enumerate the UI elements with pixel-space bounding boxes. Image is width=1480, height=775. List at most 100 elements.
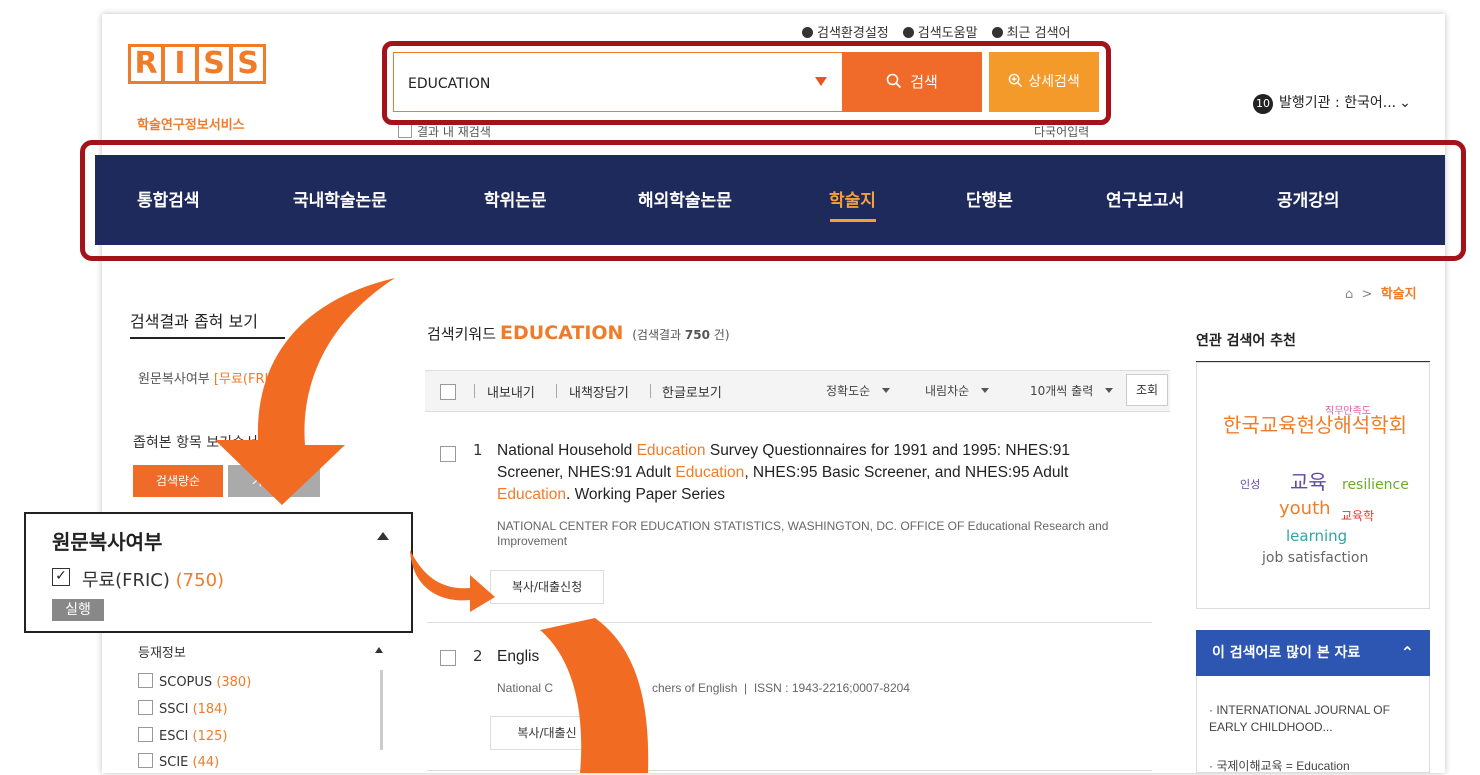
toolbar-divider <box>556 384 557 398</box>
cloud-word[interactable]: 인성 <box>1240 476 1260 492</box>
result-issn: ISSN : 1943-2216;0007-8204 <box>753 681 910 695</box>
checkbox[interactable] <box>138 727 153 742</box>
caret-down-icon <box>1105 388 1114 393</box>
cloud-word[interactable]: resilience <box>1342 477 1409 493</box>
registry-scrollbar[interactable] <box>380 670 383 750</box>
publisher-label: 발행기관 : 한국어... <box>1279 95 1397 111</box>
checkbox[interactable] <box>138 673 153 688</box>
order-by-volume-button[interactable]: 검색량순 <box>133 465 223 497</box>
home-icon[interactable]: ⌂ <box>1345 287 1353 302</box>
registry-count: (184) <box>192 702 228 717</box>
result-publisher: NATIONAL CENTER FOR EDUCATION STATISTICS… <box>497 519 1109 548</box>
registry-name: SCOPUS <box>159 675 213 690</box>
view-button[interactable]: 조회 <box>1126 374 1168 406</box>
registry-count: (44) <box>192 755 220 770</box>
caret-down-icon <box>882 388 891 393</box>
toolbar-divider <box>474 384 475 398</box>
copy-loan-request-button[interactable]: 복사/대출신 <box>490 716 604 750</box>
research-label: 결과 내 재검색 <box>417 125 491 139</box>
title-part: , NHES:95 Basic Screener, and NHES:95 Ad… <box>744 464 1069 481</box>
logo-letter: S <box>196 44 232 84</box>
most-viewed-header[interactable]: 이 검색어로 많이 본 자료 ⌃ <box>1196 630 1430 676</box>
result-publisher-rest: chers of English | ISSN : 1943-2216;0007… <box>652 681 910 695</box>
cloud-word[interactable]: job satisfaction <box>1262 550 1368 566</box>
cloud-word[interactable]: 한국교육현상해석학회 <box>1223 415 1423 435</box>
order-alphabetical-button[interactable]: 가나다순 <box>228 465 320 497</box>
order-title: 좁혀본 항목 보기순서 <box>133 435 258 451</box>
export-button[interactable]: 내보내기 <box>487 382 535 401</box>
most-viewed-title: 이 검색어로 많이 본 자료 <box>1212 645 1361 661</box>
result-number: 2 <box>473 647 483 665</box>
collapse-icon[interactable] <box>377 532 389 540</box>
result-checkbox[interactable] <box>440 446 456 462</box>
cloud-word[interactable]: learning <box>1286 527 1347 545</box>
count-number: 750 <box>684 328 710 342</box>
logo-letter: S <box>230 44 266 84</box>
registry-name: ESCI <box>159 729 189 744</box>
result-title[interactable]: Englis <box>497 648 539 666</box>
order-value: 내림차순 <box>925 384 970 398</box>
refresh-icon[interactable]: ↻ <box>322 309 335 327</box>
remove-filter-icon[interactable]: ✕ <box>291 374 306 388</box>
per-page-select[interactable]: 10개씩 출력 <box>1030 382 1114 399</box>
add-to-bookshelf-button[interactable]: 내책장담기 <box>569 382 629 401</box>
fric-checkbox[interactable]: ✓ <box>52 568 70 586</box>
top-links: 검색환경설정 검색도움말 최근 검색어 <box>802 22 1071 41</box>
registry-item-scie[interactable]: SCIE (44) <box>138 753 219 770</box>
keyword-prefix: 검색키워드 <box>427 325 497 343</box>
checkbox[interactable] <box>138 753 153 768</box>
fric-option-label: 무료(FRIC) <box>82 570 170 591</box>
cloud-word[interactable]: 교육 <box>1290 466 1327 495</box>
checkbox[interactable] <box>138 700 153 715</box>
search-highlight-frame <box>382 41 1111 125</box>
fric-option[interactable]: 무료(FRIC) (750) <box>82 566 224 592</box>
search-help-link[interactable]: 검색도움말 <box>902 22 978 41</box>
related-keywords-title: 연관 검색어 추천 <box>1196 333 1296 349</box>
registry-item-esci[interactable]: ESCI (125) <box>138 727 228 744</box>
most-viewed-item[interactable]: · INTERNATIONAL JOURNAL OF EARLY CHILDHO… <box>1209 702 1419 736</box>
order-select[interactable]: 내림차순 <box>925 382 990 399</box>
most-viewed-item[interactable]: · 국제이해교육 = Education <box>1209 758 1419 775</box>
korean-view-button[interactable]: 한글로보기 <box>662 382 722 401</box>
sort-select[interactable]: 정확도순 <box>826 382 891 399</box>
multilingual-input-link[interactable]: 다국어입력 <box>1034 123 1089 140</box>
research-checkbox[interactable] <box>398 124 412 138</box>
result-number: 1 <box>473 441 483 459</box>
info-icon <box>902 27 914 38</box>
recent-search-link[interactable]: 최근 검색어 <box>991 22 1071 41</box>
registry-item-ssci[interactable]: SSCI (184) <box>138 700 228 717</box>
toolbar-divider <box>650 384 651 398</box>
collapse-icon[interactable] <box>375 647 383 653</box>
filter-chip-label: 원문복사여부 <box>138 372 210 387</box>
search-settings-link[interactable]: 검색환경설정 <box>802 22 889 41</box>
fric-option-count: (750) <box>175 570 225 591</box>
publisher-filter[interactable]: 10 발행기관 : 한국어... ⌄ <box>1253 92 1411 114</box>
research-in-results[interactable]: 결과 내 재검색 <box>398 123 491 140</box>
registry-count: (380) <box>216 675 252 690</box>
result-checkbox[interactable] <box>440 650 456 666</box>
result-title[interactable]: National Household Education Survey Ques… <box>497 440 1137 506</box>
most-viewed-item-label: INTERNATIONAL JOURNAL OF EARLY CHILDHOOD… <box>1209 703 1390 734</box>
copy-loan-request-button[interactable]: 복사/대출신청 <box>490 570 604 604</box>
zoom-callout-title: 원문복사여부 <box>52 530 163 554</box>
sort-value: 정확도순 <box>826 384 871 398</box>
title-highlight: Education <box>675 464 745 481</box>
registry-section-title[interactable]: 등재정보 <box>138 642 186 661</box>
result-divider <box>427 770 1152 771</box>
publisher-rest: chers of English <box>652 681 738 695</box>
breadcrumb-current: 학술지 <box>1380 287 1417 302</box>
result-count: (검색결과 750 건) <box>632 328 729 342</box>
title-highlight: Education <box>497 486 566 503</box>
registry-item-scopus[interactable]: SCOPUS (380) <box>138 673 251 690</box>
cloud-word[interactable]: youth <box>1279 498 1331 519</box>
sidebar-title: 검색결과 좁혀 보기 <box>130 312 258 331</box>
result-divider <box>427 622 1152 623</box>
logo-letter: I <box>162 44 198 84</box>
gear-icon <box>802 27 813 38</box>
run-button[interactable]: 실행 <box>52 599 104 621</box>
riss-logo[interactable]: R I S S <box>128 38 266 94</box>
title-part: National Household <box>497 442 637 459</box>
select-all-checkbox[interactable] <box>440 384 456 400</box>
cloud-word[interactable]: 교육학 <box>1341 507 1374 524</box>
nav-highlight-frame <box>80 140 1466 261</box>
